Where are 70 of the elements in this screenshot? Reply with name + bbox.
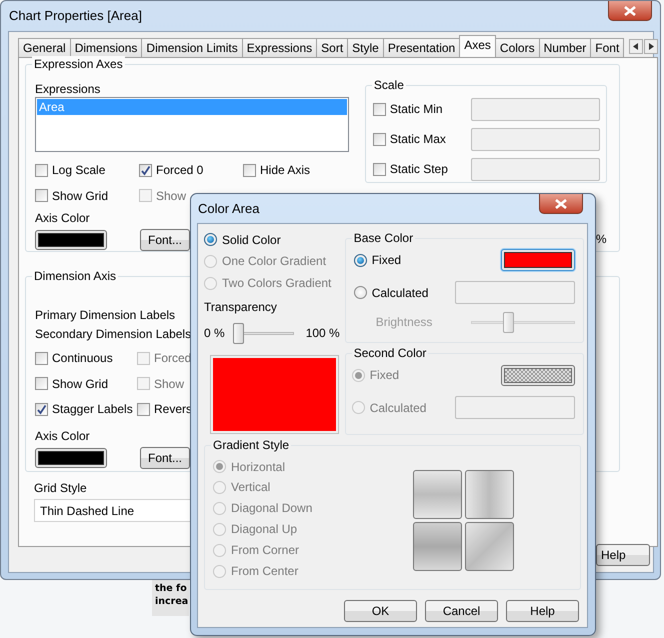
- checkbox[interactable]: Static Step: [372, 161, 448, 177]
- input-field[interactable]: [470, 158, 600, 180]
- checkbox[interactable]: Show Grid: [35, 188, 108, 204]
- close-button[interactable]: [539, 194, 583, 214]
- tab[interactable]: Sort: [316, 38, 348, 57]
- caret-left-icon: [633, 43, 640, 50]
- percent-label: %: [596, 231, 606, 247]
- check-icon: [36, 404, 47, 414]
- input-field[interactable]: [455, 281, 576, 304]
- checkbox[interactable]: Continuous: [35, 350, 113, 366]
- page-text: increa: [155, 595, 189, 608]
- input-field[interactable]: [470, 98, 600, 120]
- radio-button[interactable]: Calculated: [354, 284, 428, 300]
- close-icon: [624, 6, 636, 16]
- tab[interactable]: Dimensions: [70, 38, 142, 57]
- font-button[interactable]: Font...: [140, 446, 190, 468]
- tab[interactable]: Number: [538, 38, 592, 57]
- radio-button[interactable]: Fixed: [354, 252, 402, 268]
- checkbox[interactable]: Stagger Labels: [35, 401, 133, 417]
- check-icon: [140, 164, 151, 176]
- checkbox[interactable]: Revers: [137, 401, 192, 417]
- tab[interactable]: Dimension Limits: [141, 38, 243, 57]
- dialog-title: Color Area: [198, 201, 260, 217]
- scroll-left-button[interactable]: [629, 39, 644, 54]
- field-label: Axis Color: [35, 210, 90, 226]
- page-text: the fo: [155, 582, 188, 595]
- font-button[interactable]: Font...: [140, 229, 190, 251]
- checkbox[interactable]: Forced 0: [139, 162, 204, 178]
- close-icon: [555, 198, 567, 208]
- field-label: Primary Dimension Labels: [35, 307, 176, 323]
- transparency-slider[interactable]: [234, 322, 294, 344]
- tab[interactable]: Expressions: [242, 38, 318, 57]
- scroll-right-button[interactable]: [644, 39, 658, 54]
- input-field[interactable]: [455, 396, 576, 419]
- help-button[interactable]: Help: [506, 600, 579, 622]
- color-swatch[interactable]: [35, 230, 107, 250]
- field-label: Transparency: [204, 299, 277, 315]
- checkbox[interactable]: Show Grid: [35, 376, 108, 392]
- radio-button[interactable]: Solid Color: [204, 232, 281, 248]
- tab[interactable]: Style: [347, 38, 384, 57]
- tab[interactable]: General: [18, 38, 71, 57]
- slider-min-label: 0 %: [204, 325, 225, 341]
- field-label: Brightness: [376, 314, 432, 330]
- cancel-button[interactable]: Cancel: [425, 600, 498, 622]
- color-swatch[interactable]: [501, 364, 576, 386]
- dropdown-field[interactable]: Thin Dashed Line: [34, 499, 191, 522]
- help-button[interactable]: Help: [596, 544, 650, 566]
- close-button[interactable]: [608, 1, 652, 21]
- tab[interactable]: Axes: [459, 35, 496, 57]
- field-label: Expressions: [35, 81, 102, 97]
- checkbox[interactable]: Static Max: [372, 131, 446, 147]
- caret-right-icon: [648, 43, 654, 50]
- field-label: Axis Color: [35, 428, 90, 444]
- brightness-slider[interactable]: [471, 312, 576, 332]
- color-swatch[interactable]: [35, 448, 107, 468]
- field-label: Grid Style: [34, 480, 87, 496]
- tab[interactable]: Font: [590, 38, 624, 57]
- slider-max-label: 100 %: [306, 325, 340, 341]
- tab[interactable]: Colors: [494, 38, 540, 57]
- group-title: Expression Axes: [32, 56, 125, 72]
- window-title: Chart Properties [Area]: [9, 8, 142, 24]
- checkbox[interactable]: Log Scale: [35, 162, 106, 178]
- input-field[interactable]: [470, 128, 600, 150]
- checkbox[interactable]: Hide Axis: [243, 162, 310, 178]
- field-label: Secondary Dimension Labels: [35, 326, 192, 342]
- checkbox[interactable]: Static Min: [372, 101, 443, 117]
- color-swatch[interactable]: [501, 249, 576, 271]
- group-title: Gradient Style: [211, 437, 292, 453]
- tab[interactable]: Presentation: [382, 38, 460, 57]
- ok-button[interactable]: OK: [344, 600, 417, 622]
